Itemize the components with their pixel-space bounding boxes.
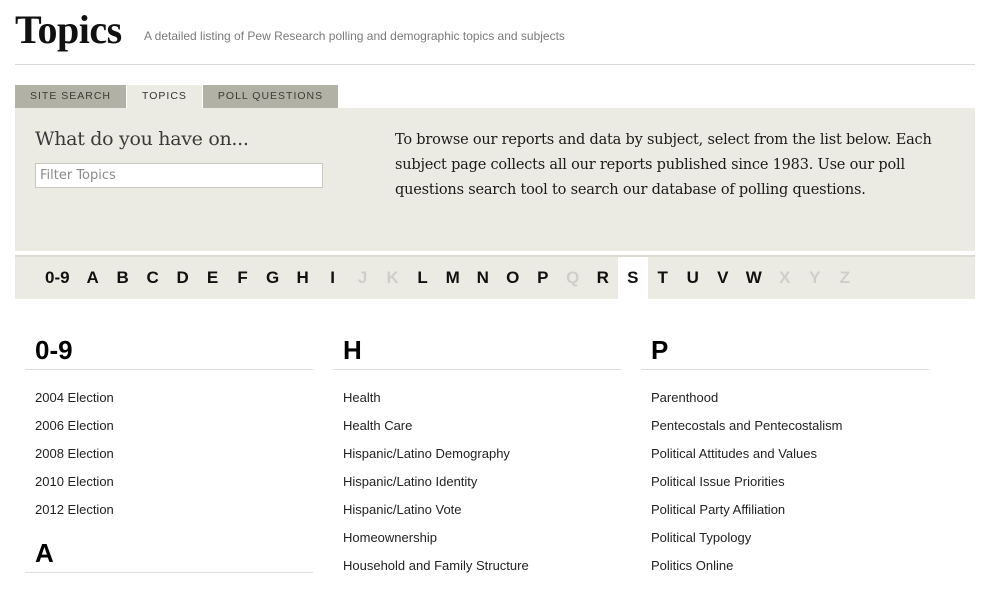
section-heading: H <box>333 333 621 370</box>
letter-link-q: Q <box>566 268 580 287</box>
letter-link-n[interactable]: N <box>468 257 498 299</box>
topic-link[interactable]: Political Issue Priorities <box>651 468 929 496</box>
filter-topics-input[interactable] <box>35 163 323 188</box>
topic-column: P Parenthood Pentecostals and Pentecostali… <box>641 333 929 590</box>
topic-link[interactable]: Political Attitudes and Values <box>651 440 929 468</box>
letter-link-e[interactable]: E <box>198 257 228 299</box>
letter-link-z: Z <box>839 268 850 287</box>
letter-link-0-9[interactable]: 0-9 <box>37 257 78 299</box>
letter-link-x: X <box>779 268 791 287</box>
letter-link-y: Y <box>809 268 821 287</box>
page-title: Topics <box>15 7 122 52</box>
section-heading: A <box>25 536 313 573</box>
tab-site-search[interactable]: SITE SEARCH <box>15 85 127 108</box>
topic-link[interactable]: Health <box>343 384 621 412</box>
topic-link[interactable]: Homeownership <box>343 524 621 552</box>
filter-description: To browse our reports and data by subjec… <box>395 132 932 198</box>
tab-poll-questions[interactable]: POLL QUESTIONS <box>202 85 339 108</box>
letter-link-l[interactable]: L <box>408 257 438 299</box>
letter-link-h[interactable]: H <box>288 257 318 299</box>
topic-link[interactable]: 2006 Election <box>35 412 313 440</box>
letter-link-o[interactable]: O <box>498 257 528 299</box>
topic-link[interactable]: 2004 Election <box>35 384 313 412</box>
topic-list: Health Health Care Hispanic/Latino Demogra… <box>333 370 621 590</box>
topic-list: 2004 Election 2006 Election 2008 Election 2… <box>25 370 313 534</box>
topic-link[interactable]: 2010 Election <box>35 468 313 496</box>
filter-panel: What do you have on... To browse our rep… <box>15 108 975 251</box>
topic-link[interactable]: Hispanic/Latino Identity <box>343 468 621 496</box>
topic-link[interactable]: Parenthood <box>651 384 929 412</box>
page-subtitle: A detailed listing of Pew Research polli… <box>144 29 565 43</box>
letter-link-i[interactable]: I <box>318 257 348 299</box>
letter-link-k: K <box>386 268 399 287</box>
tab-topics[interactable]: TOPICS <box>127 85 202 108</box>
topic-link[interactable]: Hispanic/Latino Demography <box>343 440 621 468</box>
letter-link-r[interactable]: R <box>588 257 618 299</box>
topic-column: H Health Health Care Hispanic/Latino Demogr… <box>333 333 621 590</box>
page-header: Topics A detailed listing of Pew Researc… <box>15 0 975 65</box>
letter-link-f[interactable]: F <box>228 257 258 299</box>
topic-link[interactable]: Household and Family Structure <box>343 552 621 580</box>
topic-link[interactable]: Political Typology <box>651 524 929 552</box>
letter-link-d[interactable]: D <box>168 257 198 299</box>
section-heading: 0-9 <box>25 333 313 370</box>
letter-link-t[interactable]: T <box>648 257 678 299</box>
letter-link-a[interactable]: A <box>78 257 108 299</box>
topic-link[interactable]: Pentecostals and Pentecostalism <box>651 412 929 440</box>
topic-link[interactable]: 2008 Election <box>35 440 313 468</box>
search-tabs: SITE SEARCH TOPICS POLL QUESTIONS <box>15 85 339 108</box>
letter-link-w[interactable]: W <box>738 257 770 299</box>
letter-link-j: J <box>357 268 368 287</box>
letter-link-b[interactable]: B <box>108 257 138 299</box>
topic-columns: 0-9 2004 Election 2006 Election 2008 Electi… <box>25 333 949 590</box>
topic-link[interactable]: Hispanic/Latino Vote <box>343 496 621 524</box>
topic-link[interactable]: 2012 Election <box>35 496 313 524</box>
topic-list: Parenthood Pentecostals and Pentecostalis… <box>641 370 929 590</box>
topic-column: 0-9 2004 Election 2006 Election 2008 Electi… <box>25 333 313 590</box>
letter-link-c[interactable]: C <box>138 257 168 299</box>
topic-link[interactable]: Political Party Affiliation <box>651 496 929 524</box>
alphabet-nav: 0-9 A B C D E F G H I J K L M N O P Q R S T U V W X Y Z <box>15 255 975 299</box>
section-heading: P <box>641 333 929 370</box>
letter-link-m[interactable]: M <box>438 257 468 299</box>
topic-link[interactable]: Health Care <box>343 412 621 440</box>
filter-heading: What do you have on... <box>35 128 249 150</box>
letter-link-p[interactable]: P <box>528 257 558 299</box>
letter-link-u[interactable]: U <box>678 257 708 299</box>
letter-link-s[interactable]: S <box>617 257 648 299</box>
letter-link-v[interactable]: V <box>708 257 738 299</box>
topic-link[interactable]: Politics Online <box>651 552 929 580</box>
letter-link-g[interactable]: G <box>258 257 288 299</box>
